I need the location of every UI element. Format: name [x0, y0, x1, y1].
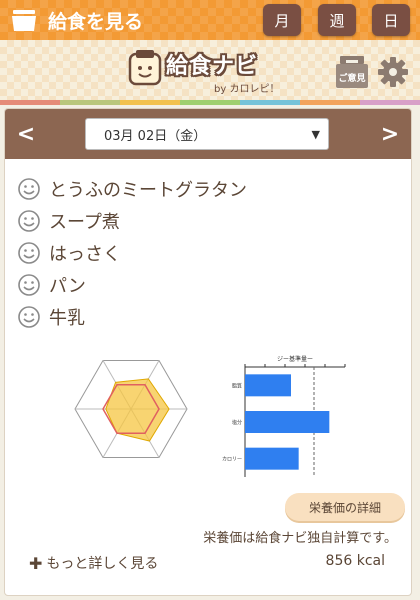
menu-card: < 03月 02日（金） ▼ > とうふのミートグラタン スープ煮はっさくパン牛乳…: [4, 108, 412, 596]
gear-icon: [378, 57, 408, 87]
menu-item-name: パン: [49, 276, 86, 297]
menu-item-name: はっさく: [49, 244, 121, 265]
smile-icon: [18, 242, 40, 264]
page-title: 給食を見る: [48, 10, 144, 33]
smile-icon: [18, 274, 40, 296]
plus-icon: ✚: [29, 553, 43, 573]
menu-item: とうふのミートグラタン: [17, 173, 397, 205]
bowl-icon: [12, 10, 36, 31]
menu-item: 牛乳: [17, 301, 397, 333]
more-details-link[interactable]: ✚ もっと詳しく見る: [29, 553, 158, 573]
more-details-label: もっと詳しく見る: [46, 556, 159, 572]
color-strip-segment: [360, 100, 420, 105]
menu-item-name: 牛乳: [49, 308, 85, 329]
menu-item-name: とうふのミートグラタン: [49, 180, 247, 201]
color-strip-segment: [120, 100, 180, 105]
day-button[interactable]: 日: [372, 4, 410, 36]
logo-title: 給食ナビ: [166, 54, 259, 79]
week-button[interactable]: 週: [318, 4, 356, 36]
app-title-group: 給食を見る: [10, 6, 143, 34]
date-select-value: 03月 02日（金）: [104, 128, 207, 144]
color-strip-segment: [300, 100, 360, 105]
menu-item: はっさく: [17, 237, 397, 269]
mascot-icon: [128, 50, 162, 86]
next-day-button[interactable]: >: [375, 119, 405, 149]
bar: [245, 447, 299, 470]
color-strip-segment: [0, 100, 60, 105]
nutrition-detail-button[interactable]: 栄養価の詳細: [285, 493, 405, 521]
smile-icon: [18, 178, 40, 200]
smile-icon: [18, 210, 40, 232]
logo-subtitle: by カロレピ！: [214, 84, 280, 95]
bar-category-label: カロリー: [222, 457, 242, 463]
menu-item-name: スープ煮: [49, 212, 120, 233]
menu-list: とうふのミートグラタン スープ煮はっさくパン牛乳: [17, 173, 397, 333]
bar-chart-title: ジー基準量ー: [277, 355, 313, 363]
opinion-label: ご意見: [338, 74, 366, 84]
color-strip-segment: [180, 100, 240, 105]
smile-icon: [18, 306, 40, 328]
opinion-button[interactable]: ご意見: [334, 54, 370, 90]
bar-chart: ジー基準量ー脂質塩分カロリー: [222, 355, 346, 477]
prev-day-button[interactable]: <: [11, 119, 41, 149]
settings-button[interactable]: [377, 56, 409, 88]
bar: [245, 411, 330, 433]
nutrition-note: 栄養価は給食ナビ独自計算です。: [203, 531, 397, 546]
color-strip-segment: [60, 100, 120, 105]
menu-item: パン: [17, 269, 397, 301]
bar: [245, 374, 291, 397]
radar-chart: [74, 360, 188, 458]
menu-item: スープ煮: [17, 205, 397, 237]
month-button[interactable]: 月: [263, 4, 301, 36]
calorie-total: 856 kcal: [325, 553, 385, 569]
logo: 給食ナビ by カロレピ！: [126, 46, 294, 98]
color-strip-segment: [240, 100, 300, 105]
bar-category-label: 脂質: [232, 382, 242, 389]
color-strip: [0, 100, 420, 105]
top-bar: 給食を見る 月 週 日: [0, 0, 420, 40]
bar-category-label: 塩分: [232, 419, 242, 426]
date-select[interactable]: 03月 02日（金） ▼: [85, 118, 329, 150]
date-bar: < 03月 02日（金） ▼ >: [5, 109, 411, 159]
chevron-down-icon: ▼: [311, 128, 320, 141]
